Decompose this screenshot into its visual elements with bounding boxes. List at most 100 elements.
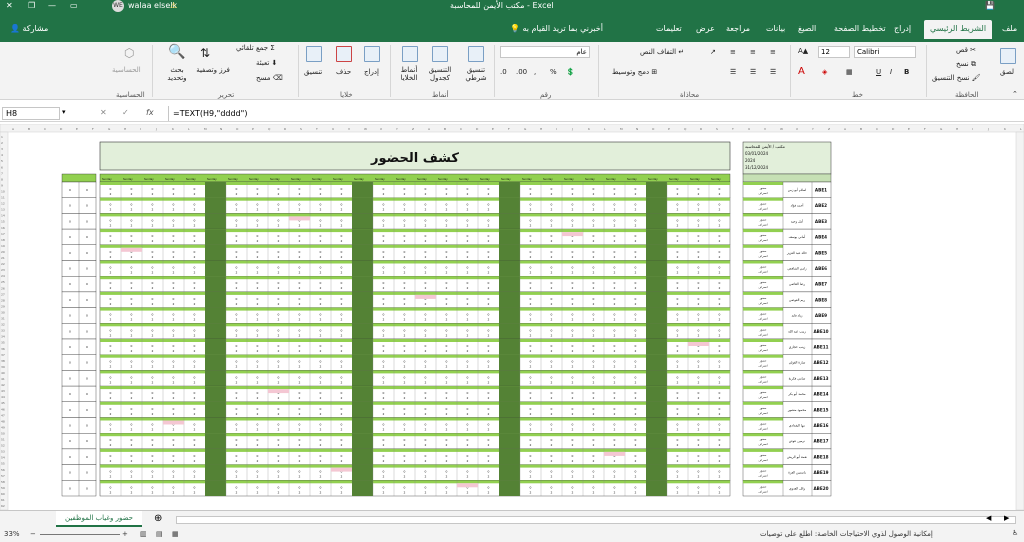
merge-center-button[interactable]: دمج وتوسيط ⊞ <box>612 68 657 76</box>
cell-value: 0 <box>383 250 385 254</box>
zoom-out-icon[interactable]: − <box>30 530 36 538</box>
cancel-icon[interactable]: ✕ <box>100 108 107 117</box>
format-painter-button[interactable]: نسخ التنسيق 🖌 <box>932 74 981 82</box>
tab-file[interactable]: ملف <box>1002 24 1017 33</box>
enter-icon[interactable]: ✓ <box>122 108 129 117</box>
font-size-select[interactable]: 12 <box>818 46 850 58</box>
find-select-button[interactable]: بحث وتحديد <box>160 66 194 82</box>
align-middle-icon[interactable]: ≡ <box>750 48 756 56</box>
function-icon[interactable]: fx <box>146 108 154 117</box>
page-layout-view-icon[interactable]: ▤ <box>156 530 163 538</box>
orientation-icon[interactable]: ↗ <box>710 48 716 56</box>
paste-button[interactable]: لصق <box>1000 68 1014 76</box>
weekend-column <box>646 213 667 230</box>
cell-styles-icon[interactable] <box>402 46 418 62</box>
tab-help[interactable]: تعليمات <box>656 24 682 33</box>
page-break-view-icon[interactable]: ▥ <box>140 530 147 538</box>
avatar[interactable]: WE <box>112 0 124 12</box>
comma-icon[interactable]: , <box>534 68 536 76</box>
zoom-in-icon[interactable]: + <box>122 530 128 538</box>
copy-button[interactable]: نسخ ⧉ <box>956 60 976 69</box>
align-bottom-icon[interactable]: ≡ <box>730 48 736 56</box>
cell-value: 0 <box>488 266 490 270</box>
weekend-column <box>352 480 373 496</box>
paste-icon[interactable] <box>1000 48 1016 64</box>
restore-icon[interactable]: ❐ <box>28 1 35 10</box>
accessibility-status[interactable]: إمكانية الوصول لذوي الاحتياجات الخاصة: ا… <box>760 530 933 538</box>
tab-data[interactable]: بيانات <box>766 24 785 33</box>
currency-icon[interactable]: 💲 <box>566 68 575 76</box>
format-table-icon[interactable] <box>432 46 448 62</box>
cell-value: 2 <box>488 286 490 290</box>
tab-review[interactable]: مراجعة <box>726 24 750 33</box>
increase-decimal-icon[interactable]: .00 <box>516 68 527 76</box>
font-color-icon[interactable]: A <box>798 66 805 77</box>
save-icon[interactable]: 💾 <box>985 1 995 10</box>
sheet-tab-attendance[interactable]: حضور وغياب الموظفين <box>56 511 142 527</box>
underline-button[interactable]: U <box>876 68 881 76</box>
decrease-decimal-icon[interactable]: .0 <box>500 68 507 76</box>
cell-styles-button[interactable]: أنماط الخلايا <box>394 66 424 82</box>
search-icon[interactable]: 🔍 <box>168 44 185 60</box>
name-box[interactable]: H8 <box>2 107 60 120</box>
horizontal-scrollbar[interactable] <box>176 516 1016 524</box>
cell-value: 2 <box>236 255 238 259</box>
tab-view[interactable]: عرض <box>696 24 715 33</box>
tab-insert[interactable]: إدراج <box>894 24 911 33</box>
grow-font-icon[interactable]: A▲ <box>798 47 808 55</box>
tell-me-search[interactable]: 💡 أخبرني بما تريد القيام به <box>510 24 603 33</box>
worksheet-grid[interactable]: ABCDEFGHIJKLMNOPQRSTUVWXYZABCDEFGHIJKLMN… <box>0 123 1024 511</box>
ribbon-display-icon[interactable]: ▭ <box>70 1 78 10</box>
sort-filter-icon[interactable]: ⇅ <box>200 46 210 60</box>
align-right-icon[interactable]: ☰ <box>770 68 776 76</box>
weekend-column <box>352 213 373 230</box>
highlight-cell <box>688 342 709 346</box>
fill-button[interactable]: تعبئة ⬇ <box>256 59 277 67</box>
formula-input[interactable]: =TEXT(H9,"dddd") <box>168 106 1018 121</box>
border-icon[interactable]: ▦ <box>846 68 853 76</box>
delete-cells-button[interactable]: حذف <box>336 68 351 76</box>
font-name-select[interactable]: Calibri <box>854 46 916 58</box>
minimize-icon[interactable]: — <box>48 1 56 10</box>
number-format-select[interactable]: عام <box>500 46 590 58</box>
scroll-right-icon[interactable]: ▶ <box>1004 514 1009 522</box>
italic-button[interactable]: I <box>890 68 892 76</box>
align-left-icon[interactable]: ☰ <box>730 68 736 76</box>
scroll-left-icon[interactable]: ◀ <box>986 514 991 522</box>
align-center-icon[interactable]: ☰ <box>750 68 756 76</box>
align-top-icon[interactable]: ≡ <box>770 48 776 56</box>
conditional-format-button[interactable]: تنسيق شرطي <box>458 66 494 82</box>
delete-cells-icon[interactable] <box>336 46 352 62</box>
conditional-format-icon[interactable] <box>468 46 484 62</box>
tab-page-layout[interactable]: تخطيط الصفحة <box>834 24 886 33</box>
sensitivity-icon[interactable]: ⬡ <box>124 46 134 60</box>
fill-color-icon[interactable]: ◈ <box>822 68 827 76</box>
normal-view-icon[interactable]: ▦ <box>172 530 179 538</box>
insert-cells-icon[interactable] <box>364 46 380 62</box>
cell-value: 0 <box>425 470 427 474</box>
zoom-level[interactable]: 33% <box>4 530 20 538</box>
wrap-text-button[interactable]: التفاف النص ↵ <box>640 48 684 56</box>
cut-button[interactable]: قص ✂ <box>956 46 976 54</box>
cell-value: 0 <box>698 313 700 317</box>
name-box-dropdown-icon[interactable]: ▾ <box>62 108 66 116</box>
collapse-ribbon-icon[interactable]: ⌃ <box>1012 90 1018 98</box>
clear-button[interactable]: مسح ⌫ <box>256 74 283 82</box>
sensitivity-button[interactable]: الحساسية <box>112 66 141 74</box>
tab-formulas[interactable]: الصيغ <box>798 24 816 33</box>
cell-value: 0 <box>425 218 427 222</box>
bold-button[interactable]: B <box>904 68 909 76</box>
percent-icon[interactable]: % <box>550 68 557 76</box>
format-table-button[interactable]: التنسيق كجدول <box>422 66 458 82</box>
cell-value: 0 <box>194 313 196 317</box>
add-sheet-icon[interactable]: ⊕ <box>154 513 162 524</box>
insert-cells-button[interactable]: إدراج <box>364 68 379 76</box>
format-cells-button[interactable]: تنسيق <box>304 68 322 76</box>
share-button[interactable]: 👤 مشاركة <box>10 24 48 33</box>
tab-home[interactable]: الشريط الرئيسي <box>924 20 993 39</box>
close-icon[interactable]: ✕ <box>6 1 13 10</box>
sort-filter-button[interactable]: فرز وتصفية <box>196 66 230 74</box>
zoom-slider[interactable] <box>40 534 120 535</box>
format-cells-icon[interactable] <box>306 46 322 62</box>
autosum-button[interactable]: جمع تلقائي Σ <box>236 44 275 52</box>
